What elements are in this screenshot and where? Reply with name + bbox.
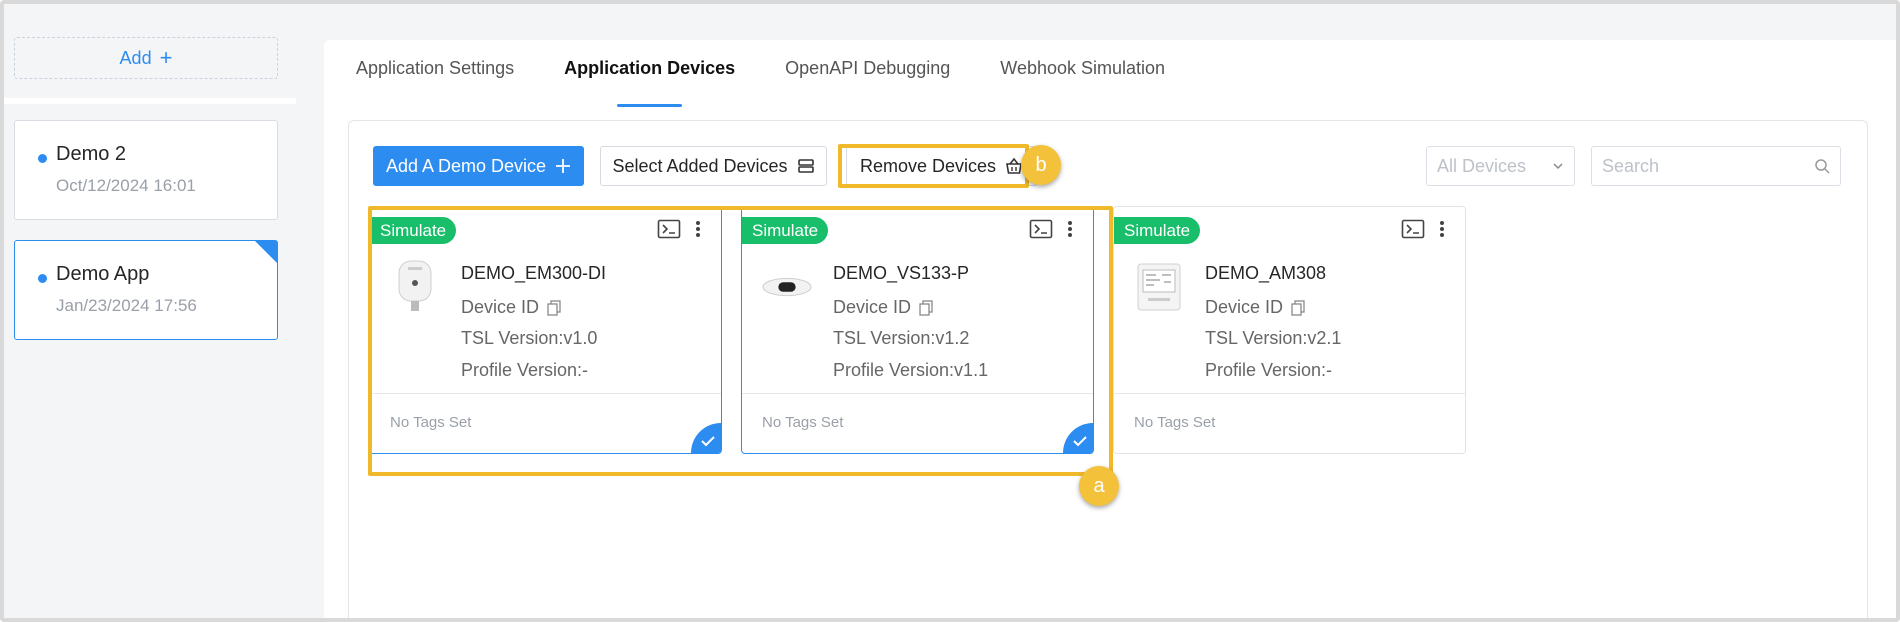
more-icon[interactable] <box>1439 219 1445 239</box>
app-name: Demo App <box>56 263 150 285</box>
tab-application-devices[interactable]: Application Devices <box>564 58 735 107</box>
tab-webhook-simulation[interactable]: Webhook Simulation <box>1000 58 1165 98</box>
sidebar: Add + Demo 2 Oct/12/2024 16:01 Demo App … <box>4 4 296 618</box>
tab-bar: Application Settings Application Devices… <box>356 58 1215 107</box>
device-filter-select[interactable]: All Devices <box>1426 146 1575 186</box>
list-icon <box>797 159 814 173</box>
terminal-icon[interactable] <box>1401 219 1425 239</box>
add-application-button[interactable]: Add + <box>14 37 278 79</box>
profile-version: Profile Version:- <box>1205 360 1333 380</box>
sidebar-divider <box>4 98 296 104</box>
app-card-demo-2[interactable]: Demo 2 Oct/12/2024 16:01 <box>14 120 278 220</box>
tab-application-settings[interactable]: Application Settings <box>356 58 514 98</box>
annotation-badge-a: a <box>1079 466 1119 506</box>
chevron-down-icon <box>1553 163 1563 170</box>
window-frame: Add + Demo 2 Oct/12/2024 16:01 Demo App … <box>0 0 1900 622</box>
tsl-version: TSL Version:v2.1 <box>1205 328 1342 348</box>
plus-icon <box>556 159 571 173</box>
copy-icon[interactable] <box>1291 299 1305 316</box>
add-application-label: Add <box>119 47 152 68</box>
device-actions <box>1401 219 1445 239</box>
plus-icon: + <box>159 45 173 70</box>
app-name: Demo 2 <box>56 143 127 165</box>
selected-corner-marker <box>255 241 277 263</box>
status-dot <box>38 154 47 163</box>
tags-text: No Tags Set <box>1134 414 1216 431</box>
device-id-row: Device ID <box>1205 297 1305 318</box>
search-input[interactable] <box>1602 155 1802 177</box>
highlight-box-a <box>368 206 1113 476</box>
simulate-tag: Simulate <box>1114 217 1201 244</box>
add-demo-device-label: Add A Demo Device <box>385 155 547 176</box>
search-icon[interactable] <box>1814 158 1830 174</box>
annotation-badge-b: b <box>1021 145 1061 185</box>
add-demo-device-button[interactable]: Add A Demo Device <box>373 146 584 186</box>
device-name: DEMO_AM308 <box>1205 263 1327 283</box>
status-dot <box>38 274 47 283</box>
highlight-box-b <box>838 144 1029 188</box>
app-date: Jan/23/2024 17:56 <box>56 296 197 315</box>
device-id-label: Device ID <box>1205 297 1284 317</box>
tab-openapi-debugging[interactable]: OpenAPI Debugging <box>785 58 950 98</box>
search-box[interactable] <box>1591 146 1841 186</box>
device-footer: No Tags Set <box>1114 393 1465 453</box>
app-date: Oct/12/2024 16:01 <box>56 176 196 195</box>
select-added-devices-button[interactable]: Select Added Devices <box>600 146 827 186</box>
app-card-demo-app[interactable]: Demo App Jan/23/2024 17:56 <box>14 240 278 340</box>
device-card-am308[interactable]: Simulate DEMO_AM308 Device ID TSL Versio… <box>1113 206 1466 454</box>
device-image <box>1134 259 1184 315</box>
select-added-devices-label: Select Added Devices <box>612 155 788 176</box>
device-filter-value: All Devices <box>1437 155 1527 176</box>
